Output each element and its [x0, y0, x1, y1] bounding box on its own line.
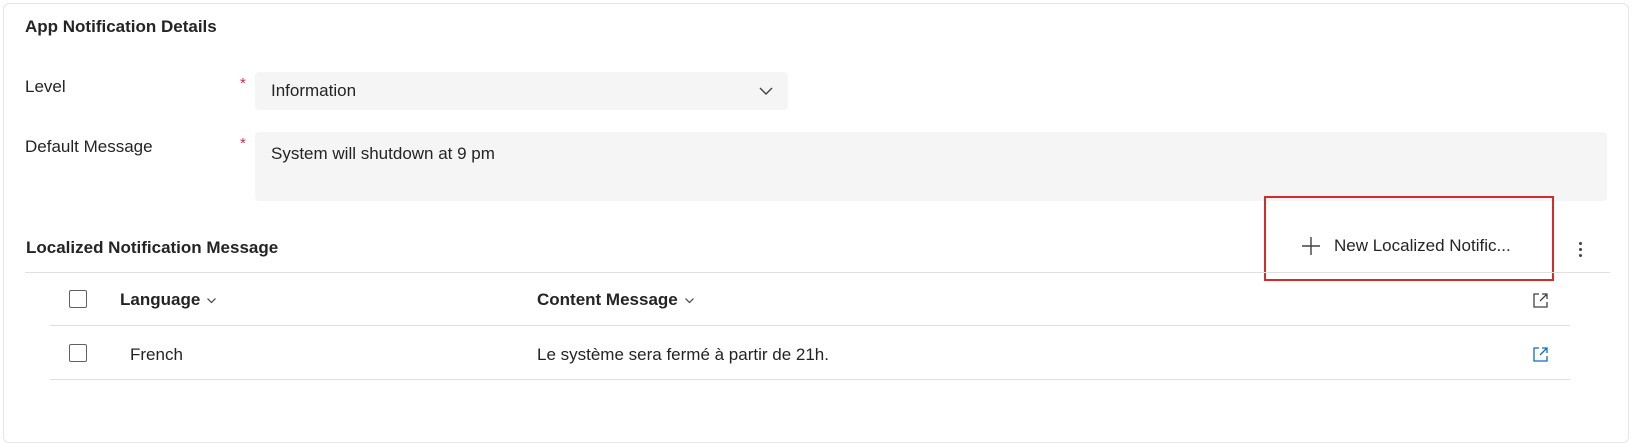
- row-language: French: [130, 345, 183, 364]
- chevron-down-icon: [684, 297, 694, 303]
- row-checkbox[interactable]: [69, 344, 87, 362]
- new-localized-notification-button[interactable]: New Localized Notific...: [1300, 228, 1511, 264]
- section-title: App Notification Details: [25, 17, 217, 36]
- default-message-required-mark: *: [240, 135, 246, 152]
- column-header-content-label: Content Message: [537, 290, 678, 309]
- subgrid-divider: [25, 272, 1610, 273]
- subgrid-title: Localized Notification Message: [26, 238, 279, 257]
- level-select[interactable]: Information: [255, 72, 788, 110]
- more-vertical-icon[interactable]: [1572, 236, 1588, 262]
- chevron-down-icon: [759, 87, 773, 95]
- level-select-value: Information: [271, 81, 357, 100]
- new-button-label: New Localized Notific...: [1334, 236, 1511, 255]
- plus-icon: [1302, 237, 1320, 255]
- open-in-new-icon[interactable]: [1532, 346, 1549, 363]
- open-in-new-icon[interactable]: [1532, 292, 1549, 309]
- level-required-mark: *: [240, 75, 246, 92]
- row-divider: [50, 379, 1570, 380]
- column-header-language-label: Language: [120, 290, 201, 309]
- column-header-language[interactable]: Language: [120, 290, 217, 310]
- default-message-label: Default Message: [25, 137, 153, 156]
- chevron-down-icon: [207, 297, 217, 303]
- select-all-checkbox[interactable]: [69, 290, 87, 308]
- column-header-content-message[interactable]: Content Message: [537, 290, 695, 310]
- level-label: Level: [25, 77, 66, 96]
- row-content-message: Le système sera fermé à partir de 21h.: [537, 345, 829, 364]
- default-message-field[interactable]: System will shutdown at 9 pm: [255, 132, 1607, 201]
- header-row-divider: [50, 325, 1570, 326]
